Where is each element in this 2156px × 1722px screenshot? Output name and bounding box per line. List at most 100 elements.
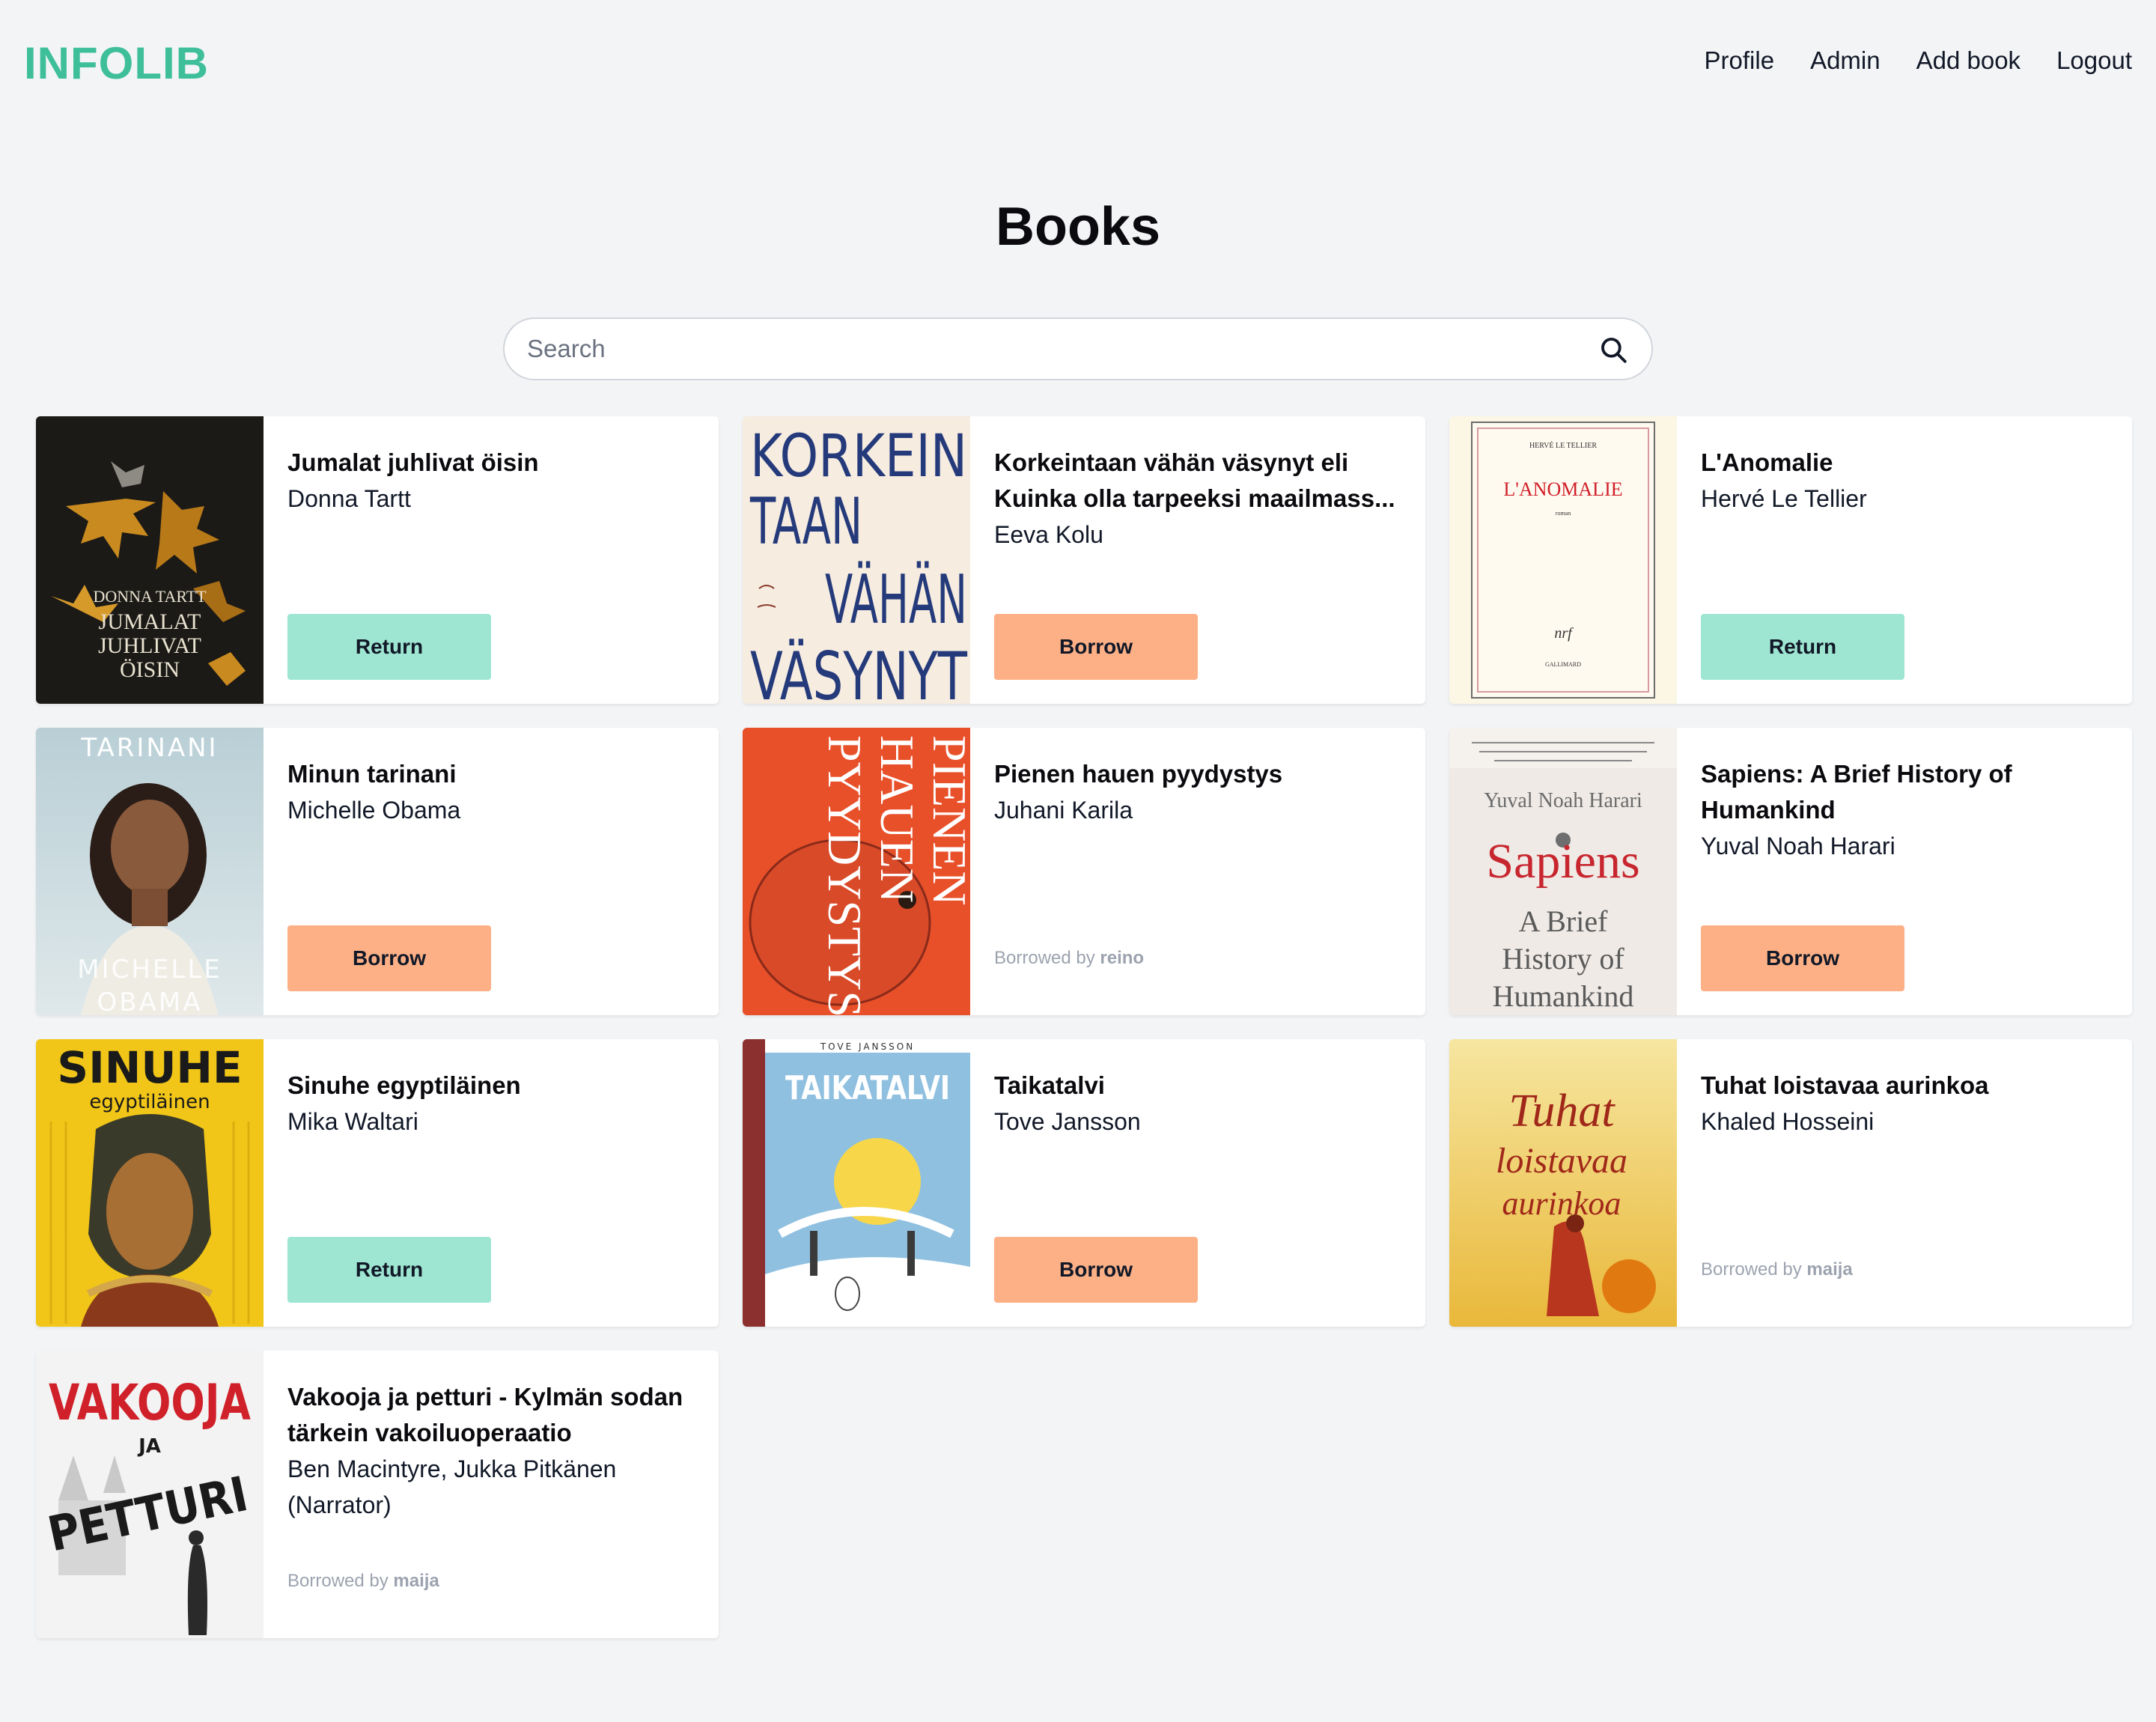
cover-text: TAAN bbox=[749, 484, 862, 559]
borrowed-label: Borrowed by bbox=[1701, 1259, 1802, 1280]
cover-text: History of bbox=[1502, 942, 1624, 976]
cover-text: SINUHE bbox=[57, 1042, 242, 1093]
book-card: HERVÉ LE TELLIER L'ANOMALIE roman nrf GA… bbox=[1449, 416, 2132, 704]
book-title[interactable]: Jumalat juhlivat öisin bbox=[287, 445, 698, 481]
cover-text: Sapiens bbox=[1486, 834, 1639, 889]
nav-links: Profile Admin Add book Logout bbox=[1705, 46, 2132, 75]
borrow-button[interactable]: Borrow bbox=[994, 1237, 1198, 1303]
cover-text: loistavaa bbox=[1496, 1141, 1627, 1181]
borrowed-label: Borrowed by bbox=[287, 1571, 389, 1591]
cover-text: aurinkoa bbox=[1502, 1185, 1621, 1222]
book-card: KORKEIN TAAN VÄHÄN VÄSYNYT Korkeintaan v… bbox=[743, 416, 1425, 704]
cover-text: ÖISIN bbox=[120, 657, 180, 682]
book-title[interactable]: Tuhat loistavaa aurinkoa bbox=[1701, 1068, 2111, 1104]
cover-text: VÄSYNYT bbox=[750, 638, 968, 704]
cover-text: TAIKATALVI bbox=[785, 1069, 950, 1107]
search-bar bbox=[503, 317, 1653, 380]
app-logo[interactable]: INFOLIB bbox=[24, 37, 209, 89]
borrow-button[interactable]: Borrow bbox=[287, 925, 491, 991]
book-grid: DONNA TARTT JUMALAT JUHLIVAT ÖISIN Jumal… bbox=[36, 416, 2132, 1638]
book-title[interactable]: Sinuhe egyptiläinen bbox=[287, 1068, 698, 1104]
book-cover-image[interactable]: VAKOOJA JA PETTURI bbox=[36, 1351, 264, 1638]
book-card: TARINANI MICHELLE OBAMA Minun tarinani M… bbox=[36, 728, 719, 1015]
book-author: Juhani Karila bbox=[994, 797, 1133, 824]
book-cover-image[interactable]: TOVE JANSSON TAIKATALVI bbox=[743, 1039, 970, 1327]
cover-text: KORKEIN bbox=[750, 423, 967, 490]
book-author: Eeva Kolu bbox=[994, 521, 1103, 548]
book-card: TOVE JANSSON TAIKATALVI Taikatalvi Tove … bbox=[743, 1039, 1425, 1327]
cover-text: HERVÉ LE TELLIER bbox=[1529, 441, 1597, 450]
book-cover-image[interactable]: HERVÉ LE TELLIER L'ANOMALIE roman nrf GA… bbox=[1449, 416, 1677, 704]
book-title[interactable]: L'Anomalie bbox=[1701, 445, 2111, 481]
book-card: Tuhat loistavaa aurinkoa Tuhat loistavaa… bbox=[1449, 1039, 2132, 1327]
book-author: Tove Jansson bbox=[994, 1108, 1141, 1135]
book-cover-image[interactable]: PIENEN HAUEN PYYDYSTYS bbox=[743, 728, 970, 1015]
borrowed-status: Borrowed by reino bbox=[994, 948, 1144, 969]
cover-text: DONNA TARTT bbox=[93, 587, 207, 606]
book-title[interactable]: Pienen hauen pyydystys bbox=[994, 756, 1404, 792]
book-title[interactable]: Sapiens: A Brief History of Humankind bbox=[1701, 756, 2111, 828]
book-author: Hervé Le Tellier bbox=[1701, 485, 1867, 512]
cover-text: L'ANOMALIE bbox=[1503, 478, 1622, 500]
borrower-name: maija bbox=[1806, 1259, 1853, 1280]
cover-text: TOVE JANSSON bbox=[820, 1041, 915, 1052]
book-card: DONNA TARTT JUMALAT JUHLIVAT ÖISIN Jumal… bbox=[36, 416, 719, 704]
book-author: Donna Tartt bbox=[287, 485, 411, 512]
book-card: Yuval Noah Harari Sapiens A Brief Histor… bbox=[1449, 728, 2132, 1015]
book-cover-image[interactable]: Tuhat loistavaa aurinkoa bbox=[1449, 1039, 1677, 1327]
navbar: INFOLIB Profile Admin Add book Logout bbox=[0, 0, 2156, 127]
book-author: Mika Waltari bbox=[287, 1108, 418, 1135]
cover-text: egyptiläinen bbox=[89, 1091, 210, 1113]
borrow-button[interactable]: Borrow bbox=[994, 614, 1198, 680]
cover-text: PYYDYSTYS bbox=[818, 735, 871, 1015]
borrowed-status: Borrowed by maija bbox=[1701, 1259, 1853, 1280]
page-title: Books bbox=[995, 197, 1161, 257]
cover-text: GALLIMARD bbox=[1545, 661, 1581, 668]
cover-text: MICHELLE bbox=[77, 955, 222, 985]
book-card: VAKOOJA JA PETTURI Vakooja ja petturi - … bbox=[36, 1351, 719, 1638]
nav-profile-link[interactable]: Profile bbox=[1705, 46, 1775, 75]
cover-text: JUMALAT bbox=[99, 609, 201, 634]
return-button[interactable]: Return bbox=[287, 614, 491, 680]
borrow-button[interactable]: Borrow bbox=[1701, 925, 1904, 991]
cover-text: JA bbox=[137, 1435, 161, 1458]
book-cover-image[interactable]: KORKEIN TAAN VÄHÄN VÄSYNYT bbox=[743, 416, 970, 704]
book-cover-image[interactable]: Yuval Noah Harari Sapiens A Brief Histor… bbox=[1449, 728, 1677, 1015]
book-cover-image[interactable]: TARINANI MICHELLE OBAMA bbox=[36, 728, 264, 1015]
book-card: SINUHE egyptiläinen Sinuhe egyptiläinen … bbox=[36, 1039, 719, 1327]
cover-text: nrf bbox=[1554, 625, 1574, 642]
borrowed-label: Borrowed by bbox=[994, 948, 1095, 968]
cover-text: VÄHÄN bbox=[825, 560, 967, 639]
book-author: Yuval Noah Harari bbox=[1701, 833, 1895, 860]
book-title[interactable]: Vakooja ja petturi - Kylmän sodan tärkei… bbox=[287, 1379, 698, 1451]
book-author: Michelle Obama bbox=[287, 797, 461, 824]
search-input[interactable] bbox=[527, 319, 1560, 379]
book-cover-image[interactable]: DONNA TARTT JUMALAT JUHLIVAT ÖISIN bbox=[36, 416, 264, 704]
book-card: PIENEN HAUEN PYYDYSTYS Pienen hauen pyyd… bbox=[743, 728, 1425, 1015]
book-author: Khaled Hosseini bbox=[1701, 1108, 1875, 1135]
cover-text: TARINANI bbox=[80, 733, 218, 763]
cover-text: OBAMA bbox=[97, 988, 203, 1015]
cover-text: HAUEN bbox=[871, 735, 924, 903]
nav-logout-link[interactable]: Logout bbox=[2056, 46, 2132, 75]
nav-add-book-link[interactable]: Add book bbox=[1916, 46, 2021, 75]
borrower-name: maija bbox=[393, 1571, 439, 1591]
cover-text: Humankind bbox=[1493, 979, 1634, 1013]
search-icon[interactable] bbox=[1598, 334, 1629, 365]
cover-text: roman bbox=[1556, 510, 1571, 517]
cover-text: PIENEN bbox=[923, 735, 970, 906]
cover-text: Yuval Noah Harari bbox=[1484, 789, 1642, 812]
book-cover-image[interactable]: SINUHE egyptiläinen bbox=[36, 1039, 264, 1327]
borrowed-status: Borrowed by maija bbox=[287, 1571, 439, 1592]
cover-text: A Brief bbox=[1519, 904, 1609, 938]
book-title[interactable]: Minun tarinani bbox=[287, 756, 698, 792]
nav-admin-link[interactable]: Admin bbox=[1810, 46, 1881, 75]
cover-text: VAKOOJA bbox=[49, 1374, 251, 1432]
book-title[interactable]: Taikatalvi bbox=[994, 1068, 1404, 1104]
borrower-name: reino bbox=[1100, 948, 1145, 968]
cover-text: Tuhat bbox=[1508, 1086, 1616, 1137]
book-title[interactable]: Korkeintaan vähän väsynyt eli Kuinka oll… bbox=[994, 445, 1404, 517]
return-button[interactable]: Return bbox=[287, 1237, 491, 1303]
book-author: Ben Macintyre, Jukka Pitkänen (Narrator) bbox=[287, 1455, 617, 1518]
return-button[interactable]: Return bbox=[1701, 614, 1904, 680]
